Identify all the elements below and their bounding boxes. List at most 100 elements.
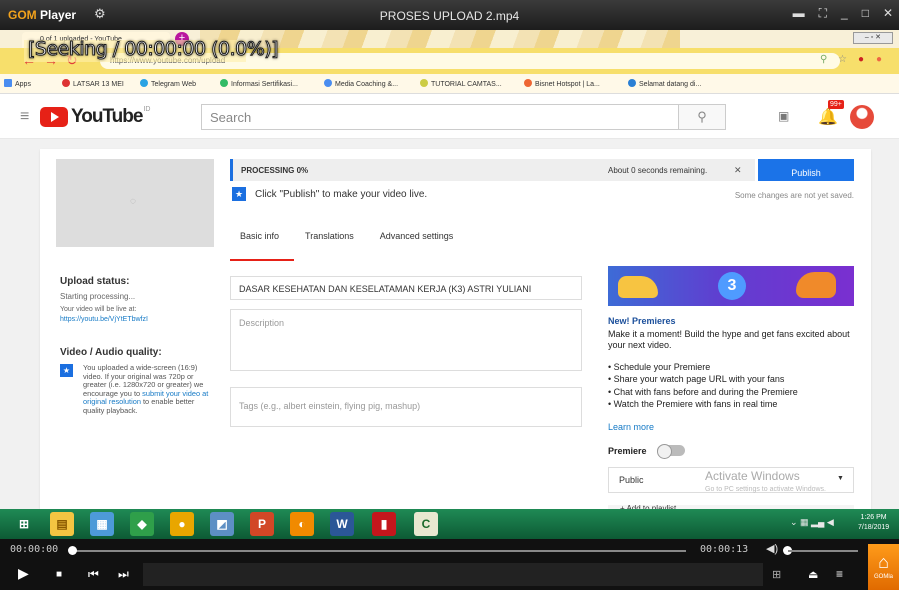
minimize-icon[interactable]: _ [841, 6, 848, 21]
volume-icon[interactable]: ◀) [766, 542, 778, 555]
title-field[interactable]: DASAR KESEHATAN DAN KESELATAMAN KERJA (K… [230, 276, 582, 300]
zoom-icon[interactable]: ⚲ [820, 54, 827, 65]
mascot-illustration [618, 276, 658, 298]
gom-player-window: GOM Player ⚙ PROSES UPLOAD 2.mp4 ▬ ⛶ _ □… [0, 0, 899, 590]
loading-icon: ◌ [130, 196, 136, 207]
tab-translations[interactable]: Translations [305, 231, 354, 241]
quality-heading: Video / Audio quality: [60, 347, 162, 358]
eject-icon[interactable]: ⏏ [808, 568, 818, 581]
notifications-icon[interactable]: 🔔 [818, 107, 838, 127]
app-icon[interactable]: ▦ [90, 512, 114, 536]
system-clock[interactable]: 1:26 PM 7/18/2019 [858, 513, 889, 533]
playlist-mode-icon[interactable]: ⊞ [772, 568, 781, 581]
bookmark-item[interactable]: TUTORIAL CAMTAS... [420, 79, 502, 88]
processing-bar: PROCESSING 0% [230, 159, 600, 181]
app-icon[interactable]: ◩ [210, 512, 234, 536]
search-icon[interactable]: ⚲ [678, 104, 726, 130]
camtasia-icon[interactable]: C [414, 512, 438, 536]
bookmark-item[interactable]: Telegram Web [140, 79, 196, 88]
browser-window-controls[interactable]: ‒ ▫ ✕ [853, 32, 893, 44]
stop-icon[interactable]: ■ [56, 569, 62, 580]
total-time: 00:00:13 [700, 544, 749, 555]
star-icon[interactable]: ☆ [838, 54, 847, 65]
upload-status-text: Starting processing... [60, 292, 136, 301]
activate-windows-watermark: Activate Windows [705, 469, 800, 483]
quality-text: You uploaded a wide-screen (16:9) video.… [83, 363, 209, 415]
avatar[interactable] [850, 105, 874, 129]
gom-title-bar: GOM Player ⚙ PROSES UPLOAD 2.mp4 ▬ ⛶ _ □… [0, 0, 899, 30]
system-tray[interactable]: ⌄ ▦ ▂▄ ◀ [790, 517, 834, 528]
tags-field[interactable]: Tags (e.g., albert einstein, flying pig,… [230, 387, 582, 427]
video-thumbnail: ◌ [56, 159, 214, 247]
windows-taskbar: ⊞ ▤ ▦ ◆ ● ◩ P ◐ W ▮ C ⌄ ▦ ▂▄ ◀ 1:26 PM 7/… [0, 509, 899, 539]
bookmark-item[interactable]: Bisnet Hotspot | La... [524, 79, 600, 88]
profile-icon[interactable]: ● [876, 54, 882, 65]
volume-slider[interactable] [788, 550, 858, 552]
powerpoint-icon[interactable]: P [250, 512, 274, 536]
bookmark-item[interactable]: Selamat datang di... [628, 79, 701, 88]
youtube-logo[interactable]: YouTube ID [40, 106, 150, 128]
bookmark-item[interactable]: Media Coaching &... [324, 79, 398, 88]
app-icon[interactable]: ◐ [290, 512, 314, 536]
bookmark-item[interactable]: Informasi Sertifikasi... [220, 79, 298, 88]
youtube-play-icon [40, 107, 68, 127]
learn-more-link[interactable]: Learn more [608, 422, 654, 432]
premieres-banner: 3 [608, 266, 854, 306]
previous-icon[interactable]: ⏮ [88, 567, 99, 582]
premieres-list: • Schedule your Premiere • Share your wa… [608, 361, 858, 411]
search-input[interactable]: Search [201, 104, 679, 130]
extension-icon[interactable]: ● [858, 54, 864, 65]
seek-bar[interactable] [72, 550, 686, 552]
mascot-illustration [796, 272, 836, 298]
upload-camera-icon[interactable]: ▣ [778, 109, 789, 123]
file-title: PROSES UPLOAD 2.mp4 [379, 9, 520, 23]
app-icon[interactable]: ◆ [130, 512, 154, 536]
premiere-label: Premiere [608, 446, 647, 456]
chrome-icon[interactable]: ● [170, 512, 194, 536]
close-icon[interactable]: ✕ [883, 6, 893, 21]
countdown-badge: 3 [718, 272, 746, 300]
file-explorer-icon[interactable]: ▤ [50, 512, 74, 536]
list-item: • Share your watch page URL with your fa… [608, 374, 785, 385]
premiere-toggle[interactable] [657, 444, 685, 459]
processing-label: PROCESSING 0% [241, 166, 309, 175]
bookmark-apps[interactable]: Apps [4, 79, 31, 88]
bookmarks-bar: Apps LATSAR 13 MEI Telegram Web Informas… [0, 74, 899, 94]
list-item: • Watch the Premiere with fans in real t… [608, 399, 778, 410]
word-icon[interactable]: W [330, 512, 354, 536]
play-icon[interactable]: ▶ [18, 565, 29, 582]
upload-page: ◌ PROCESSING 0% About 0 seconds remainin… [0, 139, 899, 513]
menu-icon[interactable]: ≡ [836, 567, 843, 581]
gom-control-bar: 00:00:00 00:00:13 ◀) ▶ ■ ⏮ ⏭ ⊞ ⏏ ≡ ⌂ GOM… [0, 539, 899, 590]
activate-windows-subtext: Go to PC settings to activate Windows. [705, 486, 826, 493]
tab-advanced-settings[interactable]: Advanced settings [380, 231, 454, 241]
publish-button[interactable]: Publish [758, 159, 854, 181]
star-icon: ★ [60, 364, 73, 377]
window-controls: ▬ ⛶ _ □ ✕ [793, 6, 893, 21]
chevron-down-icon: ▼ [837, 475, 844, 482]
maximize-icon[interactable]: □ [862, 6, 869, 21]
upload-card: ◌ PROCESSING 0% About 0 seconds remainin… [40, 149, 871, 513]
menu-icon[interactable]: ≡ [20, 108, 29, 126]
seek-handle[interactable] [68, 546, 77, 555]
description-field[interactable]: Description [230, 309, 582, 371]
upload-tabs: Basic info Translations Advanced setting… [240, 231, 453, 241]
premieres-heading: New! Premieres [608, 316, 676, 326]
notification-count: 99+ [828, 100, 844, 109]
publish-hint: Click "Publish" to make your video live. [255, 189, 428, 200]
tab-basic-info[interactable]: Basic info [240, 231, 279, 241]
windows-start-icon[interactable]: ⊞ [12, 512, 36, 536]
video-link[interactable]: https://youtu.be/VjYtETbwfzI [60, 316, 148, 323]
fullscreen-icon[interactable]: ⛶ [819, 6, 827, 21]
app-icon[interactable]: ▮ [372, 512, 396, 536]
gom-home-button[interactable]: ⌂ GOMla [868, 544, 899, 590]
mini-mode-icon[interactable]: ▬ [793, 6, 805, 21]
next-icon[interactable]: ⏭ [118, 567, 129, 582]
time-remaining: About 0 seconds remaining. [600, 159, 755, 181]
bookmark-item[interactable]: LATSAR 13 MEI [62, 79, 124, 88]
cancel-upload-icon[interactable]: ✕ [734, 165, 742, 176]
list-item: • Chat with fans before and during the P… [608, 386, 798, 397]
save-status: Some changes are not yet saved. [734, 191, 854, 200]
home-icon: ⌂ [878, 552, 889, 572]
live-at-label: Your video will be live at: [60, 306, 137, 313]
